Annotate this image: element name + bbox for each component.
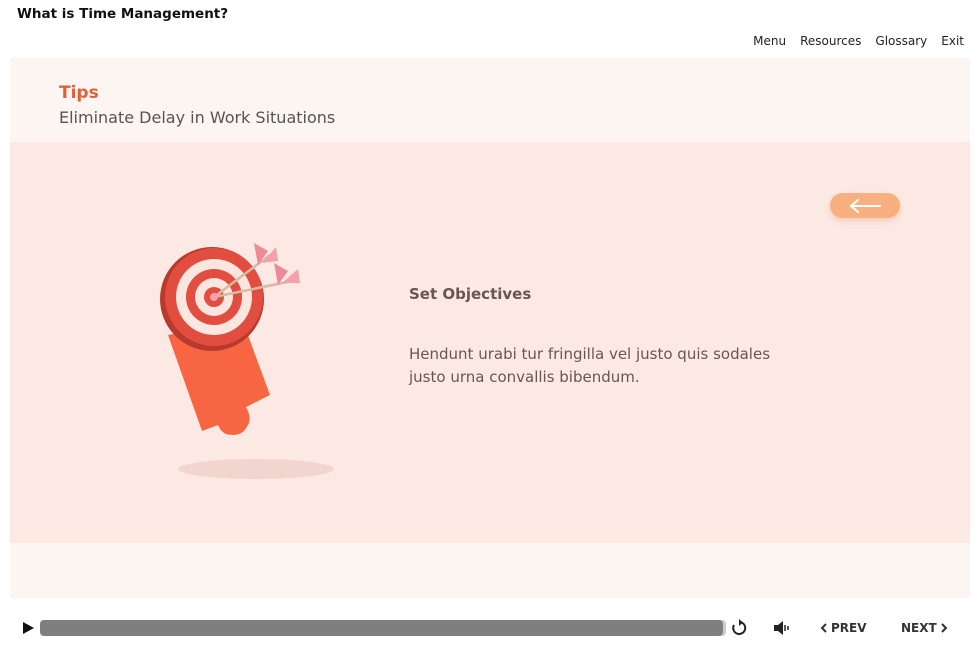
content-panel: Set Objectives Hendunt urabi tur fringil… (10, 142, 970, 543)
resources-link[interactable]: Resources (800, 34, 861, 48)
player-controls: PREV NEXT (0, 612, 980, 644)
section-label: Tips (59, 83, 99, 103)
next-label: NEXT (901, 621, 937, 635)
chevron-left-icon (820, 623, 827, 633)
slide: Tips Eliminate Delay in Work Situations (10, 58, 970, 598)
back-button[interactable] (830, 193, 900, 218)
menu-link[interactable]: Menu (753, 34, 786, 48)
chevron-right-icon (940, 623, 948, 633)
next-button[interactable]: NEXT (901, 619, 948, 637)
replay-icon[interactable] (730, 619, 748, 637)
objective-body: Hendunt urabi tur fringilla vel justo qu… (409, 345, 771, 386)
course-title: What is Time Management? (17, 6, 229, 22)
objective-title: Set Objectives (409, 285, 532, 303)
volume-icon[interactable] (772, 620, 790, 636)
top-nav: Menu Resources Glossary Exit (753, 34, 964, 48)
slide-subtitle: Eliminate Delay in Work Situations (59, 108, 336, 127)
progress-bar[interactable] (40, 620, 726, 636)
prev-label: PREV (831, 621, 867, 635)
course-player: What is Time Management? Menu Resources … (0, 0, 980, 658)
prev-button[interactable]: PREV (820, 619, 867, 637)
progress-fill (40, 620, 724, 636)
arrow-left-icon (850, 198, 881, 213)
glossary-link[interactable]: Glossary (875, 34, 927, 48)
target-puzzle-illustration (160, 243, 334, 479)
exit-link[interactable]: Exit (941, 34, 964, 48)
play-icon[interactable] (20, 620, 36, 636)
